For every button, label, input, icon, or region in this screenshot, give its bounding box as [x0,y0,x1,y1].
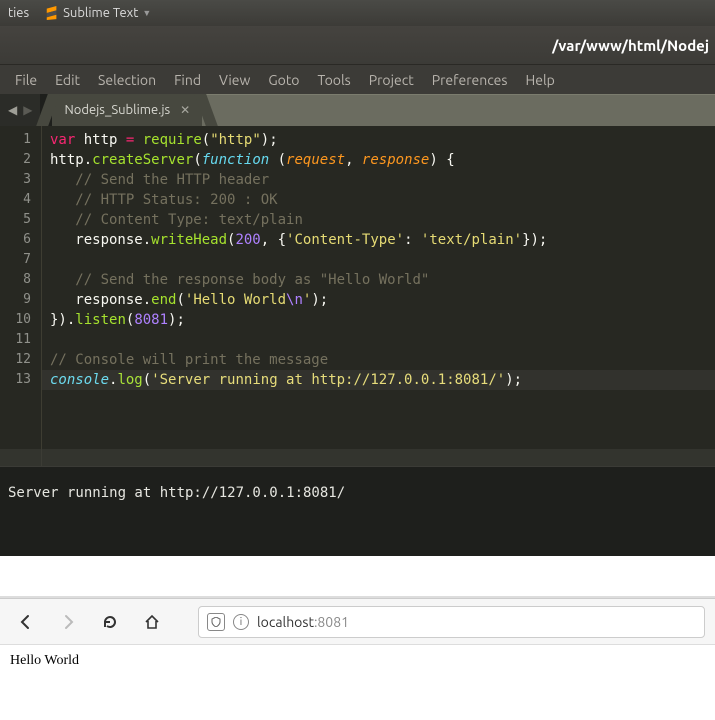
line-gutter: 12345678910111213 [0,126,42,466]
browser-forward-button[interactable] [52,606,84,638]
menu-goto[interactable]: Goto [259,72,308,88]
line-number: 1 [0,130,31,150]
menu-project[interactable]: Project [360,72,423,88]
tabbar-spacer [202,94,715,126]
code-line[interactable]: var http = require("http"); [50,130,715,150]
console-output-line: Server running at http://127.0.0.1:8081/ [8,485,707,501]
tab-close-icon[interactable]: ✕ [180,103,190,117]
code-line[interactable]: console.log('Server running at http://12… [50,370,715,390]
code-area[interactable]: var http = require("http");http.createSe… [42,126,715,466]
sublime-icon [45,6,59,20]
browser-toolbar: i localhost:8081 [0,599,715,645]
code-line[interactable]: }).listen(8081); [50,310,715,330]
address-port: :8081 [314,614,349,630]
whitespace-gap [0,556,715,596]
file-tab[interactable]: Nodejs_Sublime.js ✕ [52,94,202,126]
desktop-top-panel: ties Sublime Text ▼ [0,0,715,26]
menu-view[interactable]: View [210,72,259,88]
code-line[interactable] [50,330,715,350]
tab-prev-icon[interactable]: ◀ [8,103,17,117]
line-number: 11 [0,330,31,350]
menu-selection[interactable]: Selection [89,72,165,88]
line-number: 6 [0,230,31,250]
menu-find[interactable]: Find [165,72,210,88]
address-bar[interactable]: i localhost:8081 [198,606,705,638]
browser-window: i localhost:8081 Hello World [0,598,715,677]
menubar: FileEditSelectionFindViewGotoToolsProjec… [0,64,715,94]
page-body-text: Hello World [10,653,79,668]
window-titlebar: /var/www/html/Nodej [0,26,715,64]
line-number: 8 [0,270,31,290]
line-number: 7 [0,250,31,270]
code-line[interactable]: // Send the response body as "Hello Worl… [50,270,715,290]
address-host: localhost [257,614,314,630]
line-number: 4 [0,190,31,210]
line-number: 10 [0,310,31,330]
menu-help[interactable]: Help [516,72,563,88]
browser-viewport: Hello World [0,645,715,677]
code-editor[interactable]: 12345678910111213 var http = require("ht… [0,126,715,466]
info-icon[interactable]: i [233,614,249,630]
panel-app-name: Sublime Text [63,6,138,20]
code-line[interactable] [50,250,715,270]
console-divider[interactable] [0,449,715,467]
menu-file[interactable]: File [6,72,46,88]
address-text: localhost:8081 [257,614,349,630]
menu-preferences[interactable]: Preferences [423,72,517,88]
panel-item-partial[interactable]: ties [0,6,37,20]
code-line[interactable]: response.writeHead(200, {'Content-Type':… [50,230,715,250]
line-number: 2 [0,150,31,170]
line-number: 12 [0,350,31,370]
code-line[interactable]: response.end('Hello World\n'); [50,290,715,310]
line-number: 13 [0,370,31,390]
shield-icon[interactable] [207,613,225,631]
code-line[interactable]: // Send the HTTP header [50,170,715,190]
line-number: 3 [0,170,31,190]
menu-tools[interactable]: Tools [309,72,360,88]
tab-filename: Nodejs_Sublime.js [64,103,170,117]
tab-next-icon[interactable]: ▶ [23,103,32,117]
code-line[interactable]: http.createServer(function (request, res… [50,150,715,170]
code-line[interactable]: // Content Type: text/plain [50,210,715,230]
dropdown-caret-icon: ▼ [142,8,151,18]
window-title: /var/www/html/Nodej [552,37,709,54]
code-line[interactable]: // HTTP Status: 200 : OK [50,190,715,210]
browser-back-button[interactable] [10,606,42,638]
menu-edit[interactable]: Edit [46,72,89,88]
tab-bar: ◀ ▶ Nodejs_Sublime.js ✕ [0,94,715,126]
build-console: Server running at http://127.0.0.1:8081/ [0,466,715,556]
line-number: 9 [0,290,31,310]
tab-nav-arrows: ◀ ▶ [0,94,40,126]
code-line[interactable]: // Console will print the message [50,350,715,370]
browser-home-button[interactable] [136,606,168,638]
browser-reload-button[interactable] [94,606,126,638]
panel-app-indicator[interactable]: Sublime Text ▼ [37,6,159,20]
panel-item-label: ties [8,6,29,20]
line-number: 5 [0,210,31,230]
